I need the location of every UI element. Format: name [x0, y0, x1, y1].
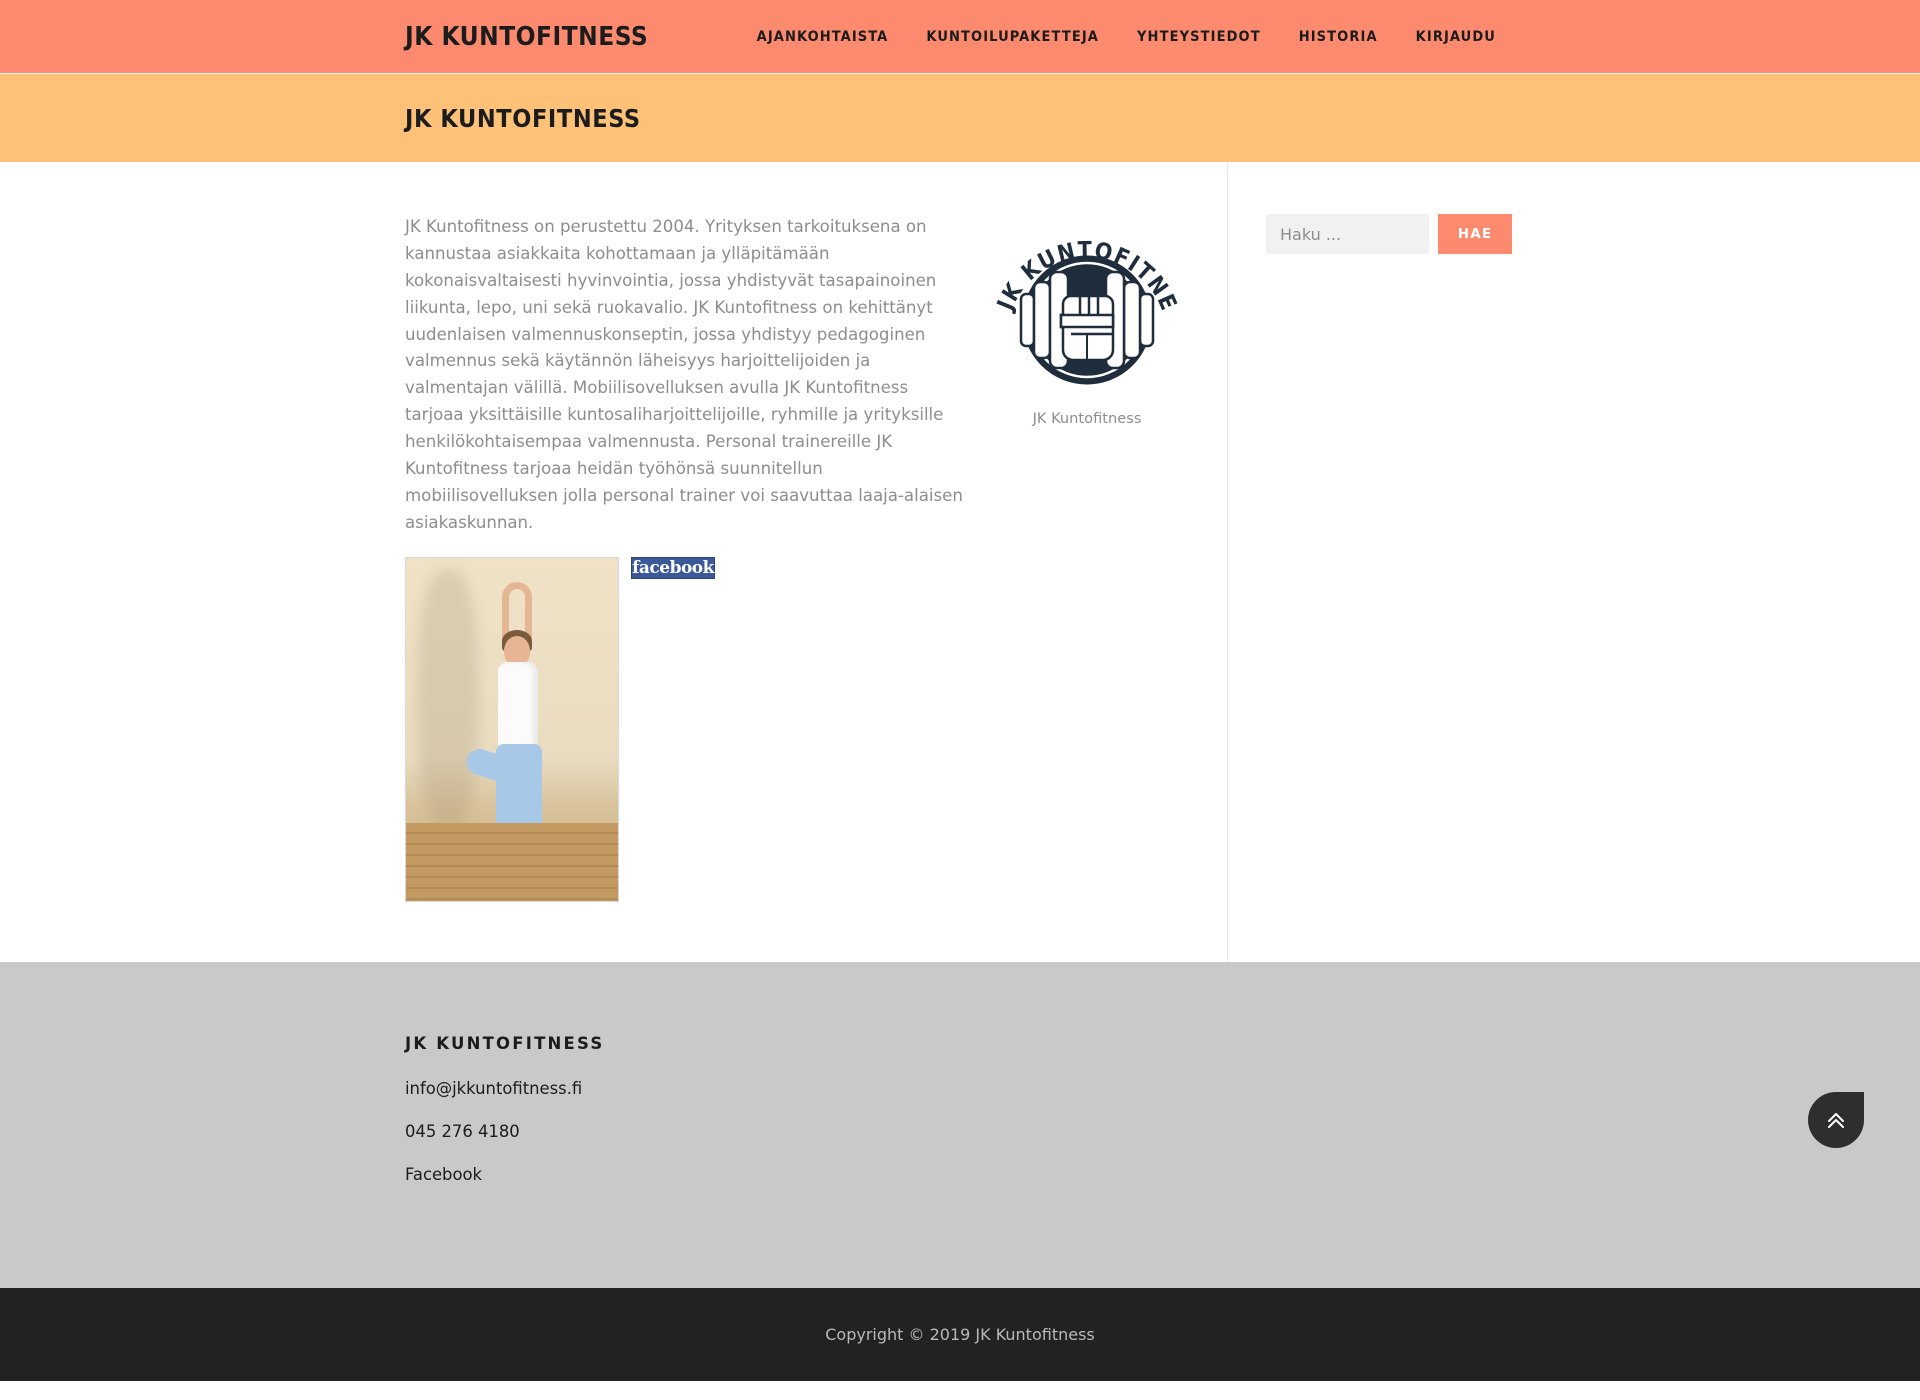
- nav-item-ajankohtaista[interactable]: Ajankohtaista: [738, 3, 908, 71]
- logo-caption: JK Kuntofitness: [1032, 410, 1142, 427]
- nav-item-historia[interactable]: Historia: [1280, 3, 1397, 71]
- nav-item-kirjaudu[interactable]: Kirjaudu: [1397, 3, 1515, 71]
- main-content-column: JK Kuntofitness on perustettu 2004. Yrit…: [405, 162, 1228, 962]
- jk-kuntofitness-logo-icon: JK KUNTOFITNESS: [979, 196, 1180, 385]
- intro-row: JK Kuntofitness on perustettu 2004. Yrit…: [405, 196, 1187, 537]
- nav-item-yhteystiedot[interactable]: Yhteystiedot: [1118, 3, 1280, 71]
- footer-phone: 045 276 4180: [405, 1121, 520, 1141]
- content-wrapper: JK Kuntofitness on perustettu 2004. Yrit…: [0, 162, 1920, 962]
- footer-top: JK Kuntofitness info@jkkuntofitness.fi 0…: [0, 961, 1920, 1288]
- double-chevron-up-icon: [1828, 1113, 1844, 1128]
- search-input[interactable]: [1266, 214, 1429, 254]
- footer-heading: JK Kuntofitness: [405, 1033, 605, 1053]
- intro-paragraph: JK Kuntofitness on perustettu 2004. Yrit…: [405, 217, 963, 532]
- site-brand-logo[interactable]: JK Kuntofitness: [405, 22, 648, 52]
- page-banner-inner: JK Kuntofitness: [0, 104, 1920, 133]
- footer-facebook-link[interactable]: Facebook: [405, 1165, 1515, 1184]
- header-inner: JK Kuntofitness Ajankohtaista Kuntoilupa…: [0, 3, 1920, 71]
- page-title: JK Kuntofitness: [405, 103, 641, 133]
- company-logo-block: JK KUNTOFITNESS: [979, 196, 1187, 427]
- nav-item-kuntoilupaketteja[interactable]: Kuntoilupaketteja: [907, 3, 1118, 71]
- facebook-badge-icon[interactable]: facebook: [631, 556, 715, 579]
- main-navigation: Ajankohtaista Kuntoilupaketteja Yhteysti…: [738, 3, 1515, 71]
- search-widget: Hae: [1266, 214, 1515, 254]
- copyright-text: Copyright © 2019 JK Kuntofitness: [825, 1324, 1095, 1344]
- media-row: facebook: [405, 556, 1187, 902]
- photo-shadow: [418, 569, 478, 830]
- footer-bottom: Copyright © 2019 JK Kuntofitness: [0, 1287, 1920, 1381]
- sidebar-column: Hae: [1228, 162, 1515, 962]
- yoga-pose-image[interactable]: [405, 556, 619, 902]
- back-to-top-button[interactable]: [1808, 1092, 1864, 1148]
- site-header: JK Kuntofitness Ajankohtaista Kuntoilupa…: [0, 0, 1920, 74]
- figure-torso: [498, 661, 538, 748]
- footer-email[interactable]: info@jkkuntofitness.fi: [405, 1079, 1515, 1098]
- search-submit-button[interactable]: Hae: [1438, 214, 1512, 254]
- photo-floor: [406, 822, 618, 901]
- page-root: JK Kuntofitness Ajankohtaista Kuntoilupa…: [0, 0, 1920, 1400]
- page-title-banner: JK Kuntofitness: [0, 74, 1920, 162]
